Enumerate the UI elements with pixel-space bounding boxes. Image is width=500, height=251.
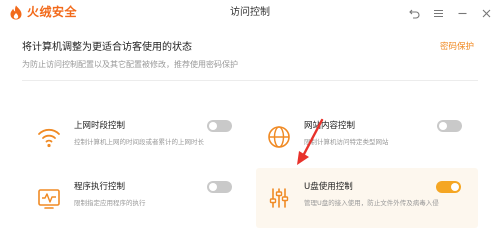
globe-icon	[263, 121, 295, 153]
feature-title: U盘使用控制	[304, 182, 353, 192]
internet-time-toggle[interactable]	[207, 120, 232, 132]
feature-title: 上网时段控制	[74, 121, 126, 131]
back-icon[interactable]	[406, 5, 422, 21]
minimize-icon[interactable]	[454, 5, 470, 21]
feature-description: 限制指定应用程序的执行	[74, 199, 146, 207]
wifi-icon	[33, 121, 65, 153]
sliders-icon	[263, 182, 295, 214]
page-subtitle: 为防止访问控制配置以及其它配置被修改，推荐使用密码保护	[22, 60, 238, 69]
close-icon[interactable]	[478, 5, 494, 21]
website-content-toggle[interactable]	[437, 120, 462, 132]
feature-description: 控制计算机上网的时间段或者累计的上网时长	[74, 138, 204, 146]
window-title: 访问控制	[230, 7, 270, 18]
feature-card-program-execution[interactable]: 程序执行控制 限制指定应用程序的执行	[26, 168, 248, 228]
feature-description: 限制计算机访问特定类型网站	[304, 138, 389, 146]
header-divider	[22, 80, 478, 81]
usb-control-toggle[interactable]	[436, 181, 461, 193]
feature-title: 网站内容控制	[304, 121, 356, 131]
toggle-knob	[451, 183, 459, 191]
feature-card-website-content[interactable]: 网站内容控制 限制计算机访问特定类型网站	[256, 107, 478, 167]
toggle-knob	[209, 183, 217, 191]
program-monitor-icon	[33, 182, 65, 214]
program-execution-toggle[interactable]	[207, 181, 232, 193]
title-bar: 火绒安全 访问控制	[0, 0, 500, 26]
page-heading: 将计算机调整为更适合访客使用的状态	[22, 42, 192, 53]
password-protect-link[interactable]: 密码保护	[440, 41, 474, 53]
feature-card-internet-time[interactable]: 上网时段控制 控制计算机上网的时间段或者累计的上网时长	[26, 107, 248, 167]
toggle-knob	[439, 122, 447, 130]
feature-title: 程序执行控制	[74, 182, 126, 192]
feature-card-usb-control[interactable]: U盘使用控制 管理U盘的接入使用，防止文件外传及病毒入侵	[256, 168, 478, 228]
toggle-knob	[209, 122, 217, 130]
feature-description: 管理U盘的接入使用，防止文件外传及病毒入侵	[304, 199, 439, 207]
menu-icon[interactable]	[430, 5, 446, 21]
